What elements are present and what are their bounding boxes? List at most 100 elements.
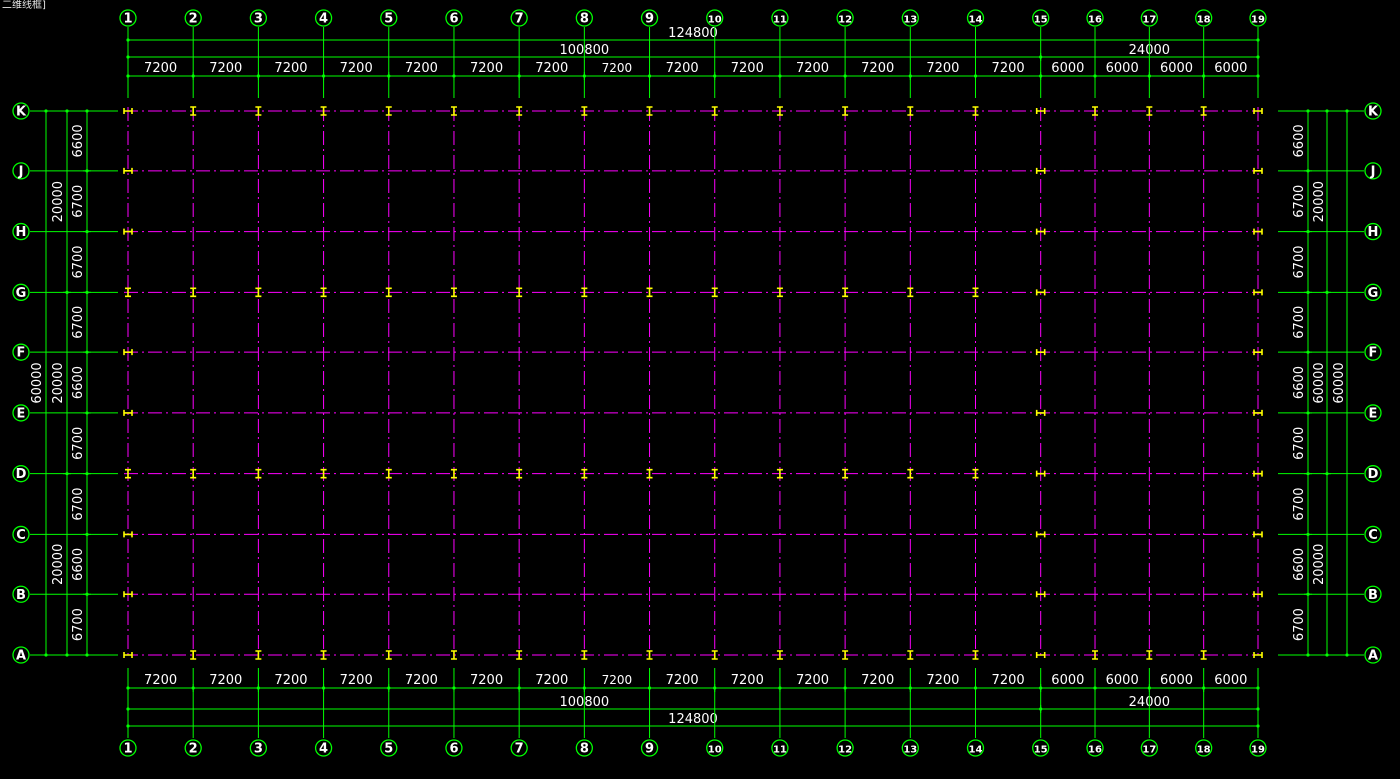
bottom-span-dimension-label: 7200 (405, 673, 438, 688)
right-axis-bubble-E-label: E (1369, 406, 1378, 421)
bottom-span-dimension-label: 7200 (602, 673, 633, 687)
right-span-dimension-label: 6700 (1292, 306, 1307, 339)
top-axis-bubble-3-label: 3 (254, 12, 263, 27)
bottom-axis-bubble-17-label: 17 (1142, 745, 1156, 756)
top-overall-dimension-label: 124800 (668, 26, 718, 41)
left-span-dimension-label: 6700 (71, 427, 86, 460)
top-axis-bubble-2-label: 2 (189, 12, 198, 27)
top-span-dimension-label: 7200 (144, 61, 177, 76)
left-span-dimension-label: 6600 (71, 124, 86, 157)
bottom-span-dimension-label: 6000 (1160, 673, 1193, 688)
bottom-axis-bubble-16-label: 16 (1088, 745, 1102, 756)
right-span-dimension-label: 6600 (1292, 548, 1307, 581)
bottom-span-dimension-label: 7200 (274, 673, 307, 688)
top-span-dimension-label: 7200 (535, 61, 568, 76)
top-axis-bubble-4-label: 4 (319, 12, 328, 27)
left-span-dimension-label: 6600 (71, 548, 86, 581)
right-span-dimension-label: 6700 (1292, 245, 1307, 278)
bottom-axis-bubble-15-label: 15 (1034, 745, 1048, 756)
bottom-axis-bubble-10-label: 10 (708, 745, 722, 756)
top-axis-bubble-7-label: 7 (515, 12, 524, 27)
top-span-dimension-label: 7200 (861, 61, 894, 76)
top-axis-bubble-13-label: 13 (903, 15, 917, 26)
top-span-dimension-label: 6000 (1106, 61, 1139, 76)
top-axis-bubble-16-label: 16 (1088, 15, 1102, 26)
left-axis-bubble-H-label: H (16, 225, 27, 240)
right-span-dimension-label: 6600 (1292, 366, 1307, 399)
left-axis-bubble-J-label: J (18, 164, 24, 179)
top-axis-bubble-15-label: 15 (1034, 15, 1048, 26)
bottom-axis-bubble-8-label: 8 (580, 742, 589, 757)
left-axis-bubble-G-label: G (16, 286, 27, 301)
top-span-dimension-label: 7200 (209, 61, 242, 76)
bottom-axis-bubble-19-label: 19 (1251, 745, 1265, 756)
top-axis-bubble-5-label: 5 (384, 12, 393, 27)
right-axis-bubble-K-label: K (1368, 105, 1379, 120)
bottom-span-dimension-label: 7200 (992, 673, 1025, 688)
bottom-span-dimension-label: 6000 (1106, 673, 1139, 688)
right-span-dimension-label: 6700 (1292, 608, 1307, 641)
top-axis-bubble-9-label: 9 (645, 12, 654, 27)
right-segment-dimension-label: 60000 (1312, 362, 1327, 403)
left-axis-bubble-C-label: C (16, 528, 26, 543)
right-axis-bubble-J-label: J (1370, 164, 1376, 179)
bottom-span-dimension-label: 7200 (796, 673, 829, 688)
right-axis-bubble-B-label: B (1368, 588, 1378, 603)
bottom-axis-bubble-9-label: 9 (645, 742, 654, 757)
left-span-dimension-label: 6700 (71, 487, 86, 520)
top-axis-bubble-14-label: 14 (969, 15, 983, 26)
bottom-span-dimension-label: 7200 (144, 673, 177, 688)
right-span-dimension-label: 6700 (1292, 427, 1307, 460)
top-span-dimension-label: 7200 (666, 61, 699, 76)
left-segment-dimension-label: 20000 (51, 544, 66, 585)
right-axis-bubble-H-label: H (1368, 225, 1379, 240)
bottom-axis-bubble-14-label: 14 (969, 745, 983, 756)
right-segment-dimension-label: 20000 (1312, 181, 1327, 222)
right-span-dimension-label: 6700 (1292, 185, 1307, 218)
right-span-dimension-label: 6600 (1292, 124, 1307, 157)
top-axis-bubble-6-label: 6 (449, 12, 458, 27)
right-span-dimension-label: 6700 (1292, 487, 1307, 520)
bottom-axis-bubble-7-label: 7 (515, 742, 524, 757)
bottom-span-dimension-label: 7200 (731, 673, 764, 688)
viewport-label[interactable]: 二维线框] (0, 0, 48, 12)
bottom-axis-bubble-3-label: 3 (254, 742, 263, 757)
bottom-span-dimension-label: 7200 (926, 673, 959, 688)
left-axis-bubble-K-label: K (16, 105, 27, 120)
bottom-span-dimension-label: 7200 (340, 673, 373, 688)
top-span-dimension-label: 6000 (1160, 61, 1193, 76)
bottom-axis-bubble-12-label: 12 (838, 745, 852, 756)
bottom-axis-bubble-2-label: 2 (189, 742, 198, 757)
left-span-dimension-label: 6600 (71, 366, 86, 399)
bottom-span-dimension-label: 6000 (1214, 673, 1247, 688)
bottom-span-dimension-label: 7200 (535, 673, 568, 688)
bottom-axis-bubble-13-label: 13 (903, 745, 917, 756)
top-axis-bubble-19-label: 19 (1251, 15, 1265, 26)
bottom-span-dimension-label: 7200 (861, 673, 894, 688)
top-axis-bubble-1-label: 1 (123, 12, 132, 27)
top-span-dimension-label: 7200 (602, 61, 633, 75)
cad-drawing-canvas[interactable]: 124800100800 240007200 7200 7200 7200 7200 720… (0, 0, 1400, 779)
bottom-span-dimension-label: 7200 (470, 673, 503, 688)
left-span-dimension-label: 6700 (71, 306, 86, 339)
right-axis-bubble-C-label: C (1368, 528, 1378, 543)
bottom-axis-bubble-1-label: 1 (123, 742, 132, 757)
bottom-axis-bubble-11-label: 11 (773, 745, 787, 756)
bottom-span-dimension-label: 7200 (666, 673, 699, 688)
right-segment-dimension-label: 20000 (1312, 544, 1327, 585)
left-axis-bubble-B-label: B (16, 588, 26, 603)
top-axis-bubble-17-label: 17 (1142, 15, 1156, 26)
left-segment-dimension-label: 20000 (51, 362, 66, 403)
bottom-span-dimension-label: 6000 (1051, 673, 1084, 688)
top-span-dimension-label: 7200 (340, 61, 373, 76)
bottom-axis-bubble-4-label: 4 (319, 742, 328, 757)
top-span-dimension-label: 7200 (405, 61, 438, 76)
top-span-dimension-label: 7200 (470, 61, 503, 76)
left-axis-bubble-A-label: A (16, 649, 26, 664)
left-axis-bubble-E-label: E (17, 406, 26, 421)
top-axis-bubble-8-label: 8 (580, 12, 589, 27)
left-axis-bubble-D-label: D (16, 467, 27, 482)
right-axis-bubble-A-label: A (1368, 649, 1378, 664)
right-axis-bubble-D-label: D (1368, 467, 1379, 482)
right-axis-bubble-F-label: F (1369, 346, 1378, 361)
